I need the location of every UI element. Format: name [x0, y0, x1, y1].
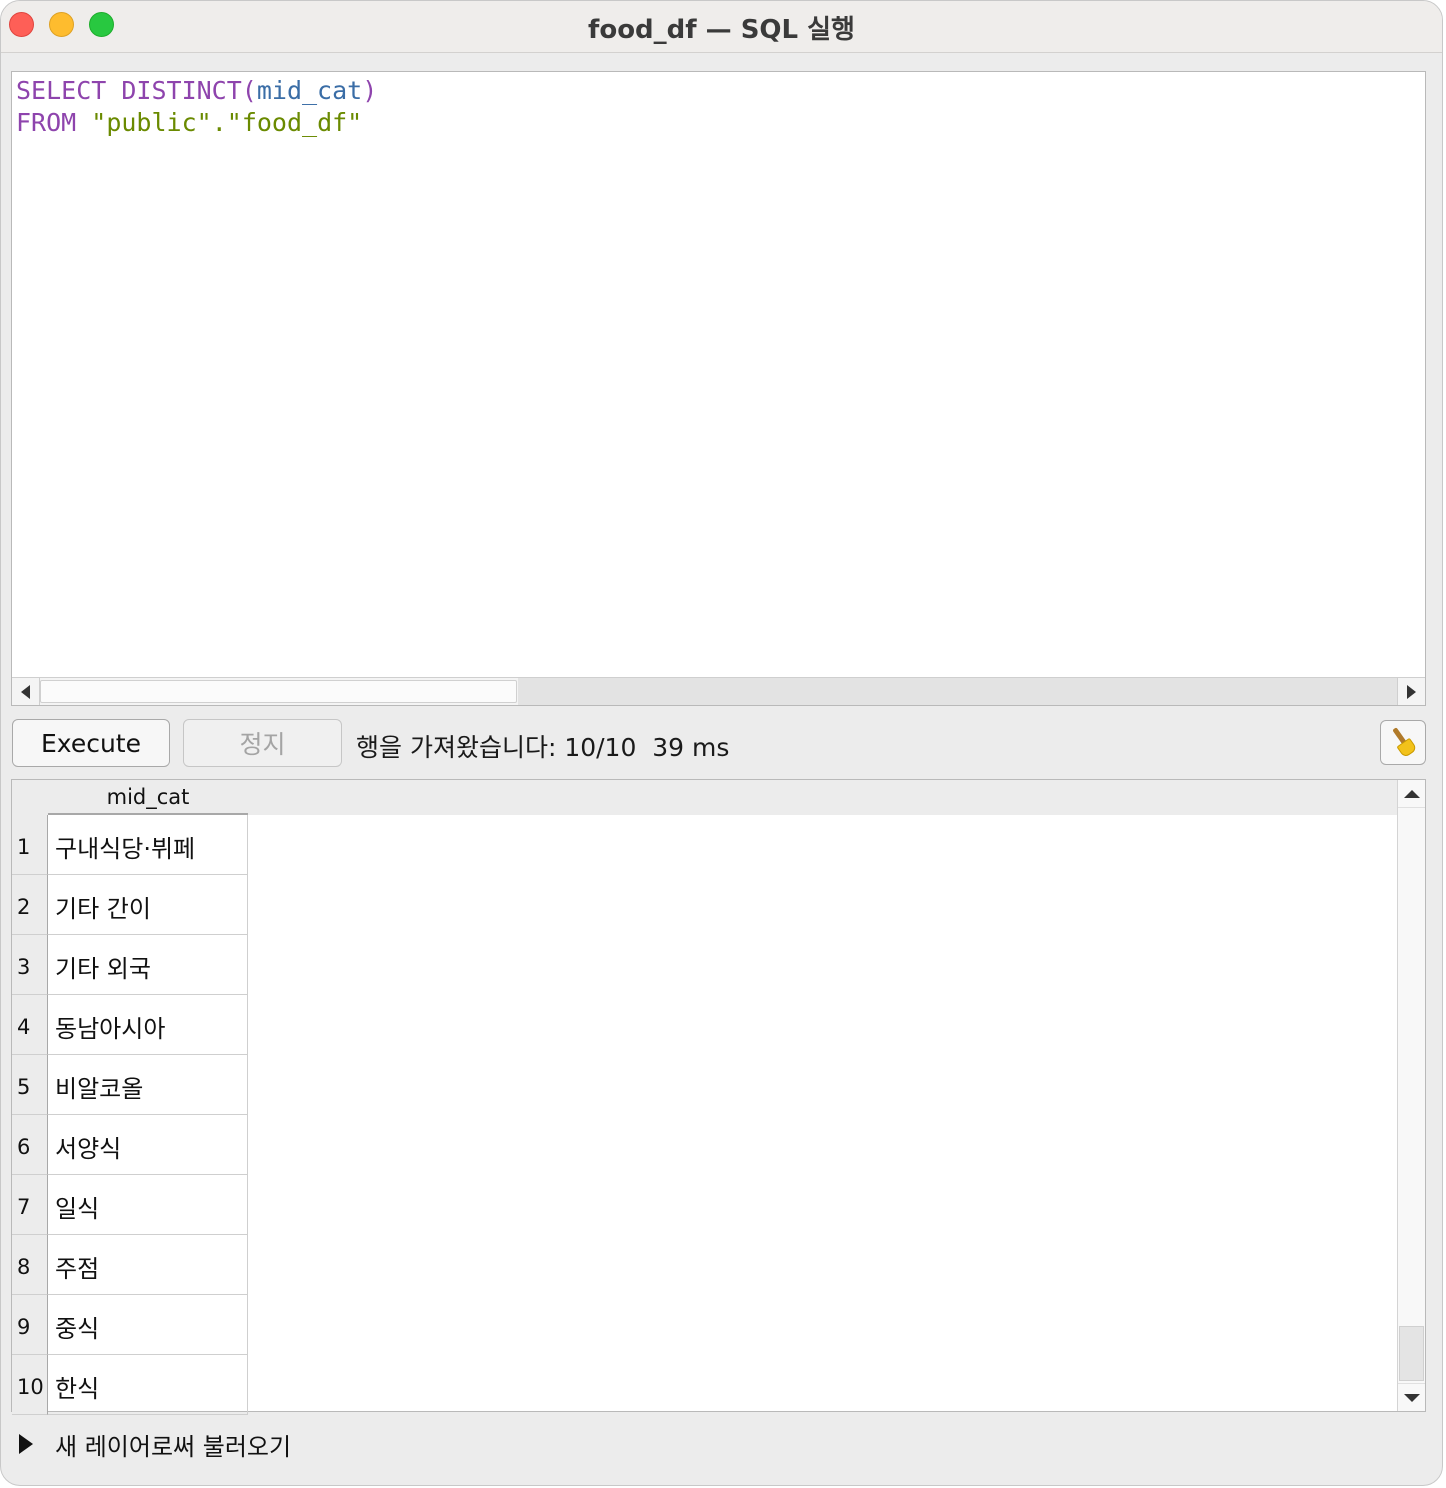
paren-close: ) [362, 76, 378, 105]
row-number[interactable]: 1 [12, 815, 48, 875]
sql-code[interactable]: SELECT DISTINCT(mid_cat) FROM "public"."… [16, 75, 377, 139]
cell-mid-cat[interactable]: 비알코올 [48, 1055, 248, 1115]
row-number[interactable]: 5 [12, 1055, 48, 1115]
vertical-scroll-thumb[interactable] [1399, 1326, 1424, 1381]
table-row[interactable]: 2 기타 간이 [12, 875, 248, 935]
cell-mid-cat[interactable]: 한식 [48, 1355, 248, 1415]
cell-mid-cat[interactable]: 구내식당·뷔페 [48, 815, 248, 875]
row-number[interactable]: 3 [12, 935, 48, 995]
keyword-from: FROM [16, 108, 77, 137]
horizontal-scroll-track[interactable] [518, 678, 1397, 705]
dot-separator: . [211, 108, 227, 137]
table-row[interactable]: 3 기타 외국 [12, 935, 248, 995]
cell-mid-cat[interactable]: 일식 [48, 1175, 248, 1235]
schema-name: "public" [91, 108, 212, 137]
row-number[interactable]: 6 [12, 1115, 48, 1175]
table-row[interactable]: 6 서양식 [12, 1115, 248, 1175]
window-title: food_df — SQL 실행 [588, 15, 855, 45]
load-as-layer-label: 새 레이어로써 불러오기 [55, 1432, 292, 1461]
row-number[interactable]: 2 [12, 875, 48, 935]
arrow-left-icon [21, 684, 30, 699]
scroll-down-button[interactable] [1398, 1383, 1425, 1411]
status-text: 행을 가져왔습니다: 10/10 39 ms [356, 733, 730, 762]
table-row[interactable]: 8 주점 [12, 1235, 248, 1295]
vertical-scrollbar[interactable] [1397, 780, 1425, 1411]
load-as-layer-expander[interactable]: 새 레이어로써 불러오기 [19, 1427, 291, 1461]
table-row[interactable]: 7 일식 [12, 1175, 248, 1235]
horizontal-scroll-thumb[interactable] [40, 680, 517, 703]
table-row[interactable]: 10 한식 [12, 1355, 248, 1415]
column-header-mid-cat[interactable]: mid_cat [48, 780, 248, 815]
sql-line-1: SELECT DISTINCT(mid_cat) [16, 76, 377, 105]
scroll-left-button[interactable] [12, 678, 40, 705]
sql-window: food_df — SQL 실행 SELECT DISTINCT(mid_cat… [0, 0, 1443, 1486]
arrow-down-icon [1403, 1393, 1420, 1402]
table-corner[interactable] [12, 780, 48, 815]
cell-mid-cat[interactable]: 동남아시아 [48, 995, 248, 1055]
title-bar: food_df — SQL 실행 [1, 1, 1442, 53]
disclosure-triangle-icon[interactable] [19, 1434, 33, 1454]
execute-button[interactable]: Execute [12, 719, 170, 767]
paren-open: ( [241, 76, 257, 105]
arrow-right-icon [1407, 684, 1416, 699]
sql-line-2: FROM "public"."food_df" [16, 108, 362, 137]
arrow-up-icon [1403, 789, 1420, 798]
table-row[interactable]: 1 구내식당·뷔페 [12, 815, 248, 875]
row-number[interactable]: 7 [12, 1175, 48, 1235]
table-row[interactable]: 4 동남아시아 [12, 995, 248, 1055]
sql-editor[interactable]: SELECT DISTINCT(mid_cat) FROM "public"."… [11, 71, 1426, 706]
table-row[interactable]: 5 비알코올 [12, 1055, 248, 1115]
cell-mid-cat[interactable]: 기타 간이 [48, 875, 248, 935]
horizontal-scrollbar[interactable] [12, 677, 1425, 705]
table-name: "food_df" [226, 108, 363, 137]
keyword-select-distinct: SELECT DISTINCT [16, 76, 242, 105]
row-number[interactable]: 8 [12, 1235, 48, 1295]
row-number[interactable]: 4 [12, 995, 48, 1055]
row-number[interactable]: 9 [12, 1295, 48, 1355]
row-number[interactable]: 10 [12, 1355, 48, 1415]
clear-button[interactable] [1380, 720, 1426, 765]
identifier-mid-cat: mid_cat [256, 76, 363, 105]
scroll-up-button[interactable] [1398, 780, 1425, 808]
cell-mid-cat[interactable]: 기타 외국 [48, 935, 248, 995]
cell-mid-cat[interactable]: 서양식 [48, 1115, 248, 1175]
stop-button[interactable]: 정지 [183, 719, 342, 767]
scroll-right-button[interactable] [1397, 678, 1425, 705]
table-row[interactable]: 9 중식 [12, 1295, 248, 1355]
cell-mid-cat[interactable]: 주점 [48, 1235, 248, 1295]
cell-mid-cat[interactable]: 중식 [48, 1295, 248, 1355]
results-table[interactable]: mid_cat 1 구내식당·뷔페 2 기타 간이 3 기타 외국 4 동남아시아 5 비알코올 6… [11, 779, 1426, 1415]
